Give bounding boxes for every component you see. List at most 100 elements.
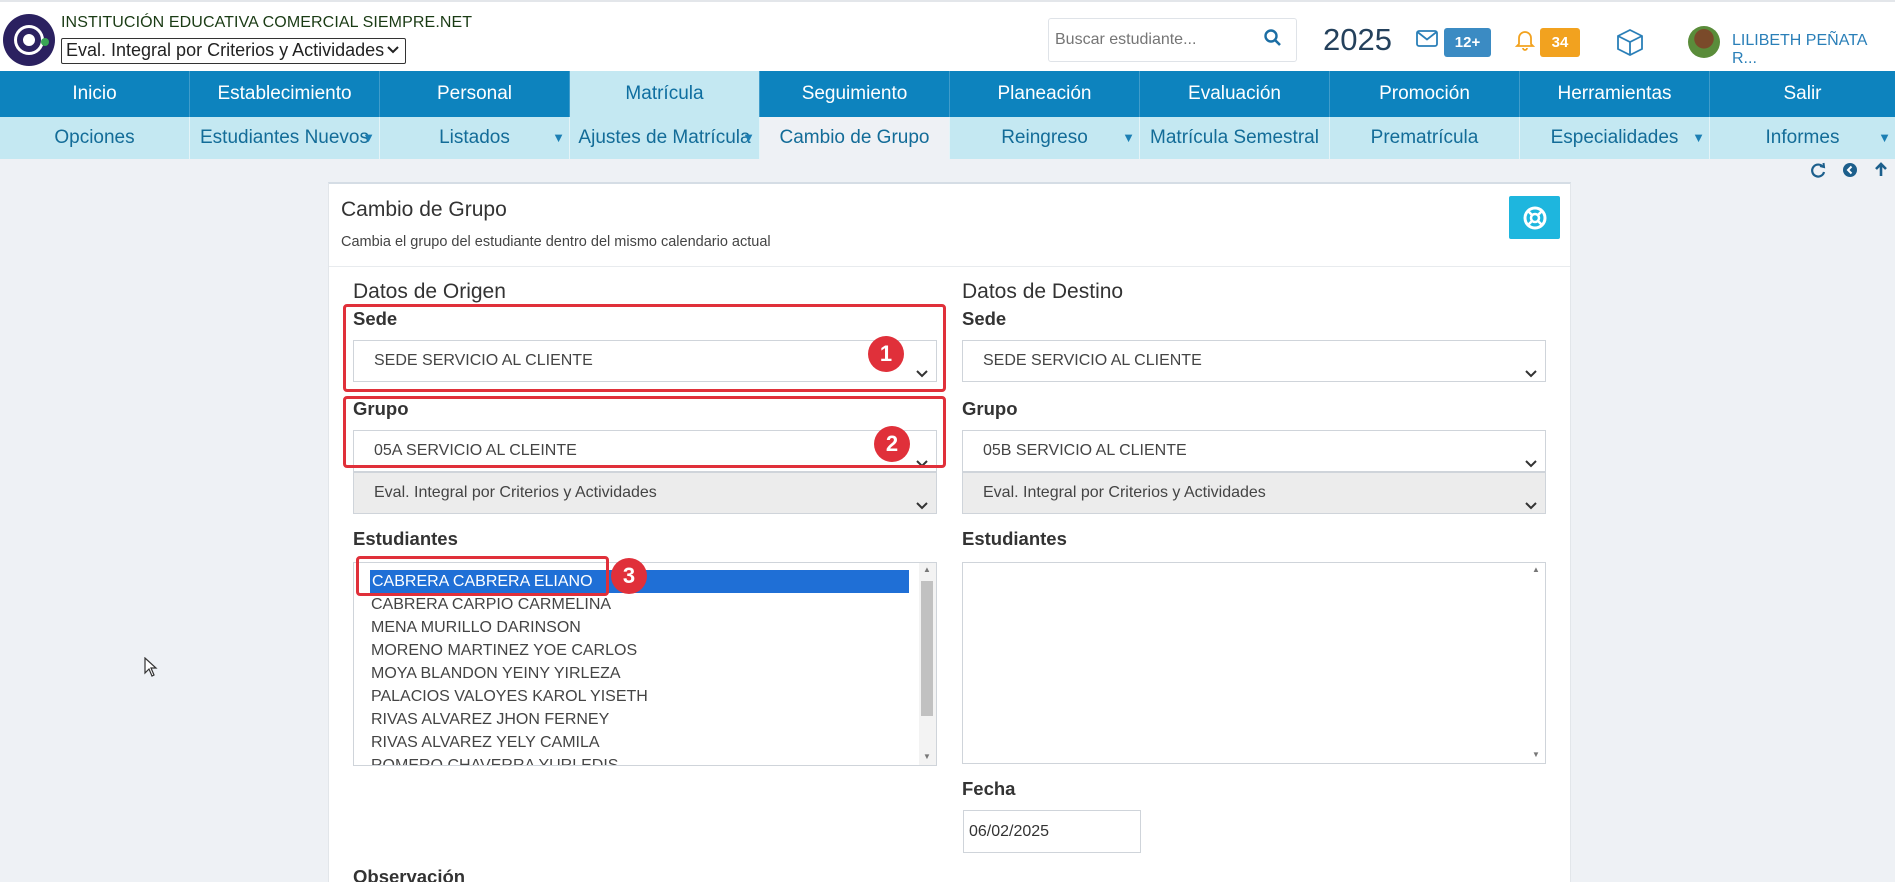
chevron-down-icon (1525, 487, 1537, 527)
scroll-down-icon[interactable]: ▼ (1532, 750, 1540, 759)
annotation-highlight (343, 396, 946, 468)
subnav-label: Prematrícula (1370, 127, 1479, 148)
top-header: INSTITUCIÓN EDUCATIVA COMERCIAL SIEMPRE.… (0, 0, 1895, 71)
annotation-highlight (356, 556, 609, 596)
scrollbar-thumb[interactable] (921, 581, 933, 716)
destination-students-label: Estudiantes (962, 528, 1067, 549)
help-button[interactable] (1509, 196, 1560, 239)
list-item[interactable]: RIVAS ALVAREZ YELY CAMILA (371, 731, 600, 754)
nav-seguimiento[interactable]: Seguimiento (760, 71, 950, 117)
bell-icon[interactable] (1514, 29, 1536, 56)
subnav-prematricula[interactable]: Prematrícula (1330, 117, 1520, 159)
page-tools (1810, 162, 1895, 182)
annotation-highlight (343, 304, 946, 392)
scroll-top-icon[interactable] (1873, 162, 1889, 183)
messages-badge[interactable]: 12+ (1444, 28, 1491, 57)
destination-sede-value: SEDE SERVICIO AL CLIENTE (983, 352, 1202, 369)
search-icon[interactable] (1264, 29, 1282, 52)
dropdown-caret-icon: ▼ (1122, 130, 1135, 145)
destination-students-list[interactable]: ▲ ▼ (962, 562, 1546, 764)
nav-herramientas[interactable]: Herramientas (1520, 71, 1710, 117)
annotation-badge: 2 (874, 426, 910, 462)
subnav-opciones[interactable]: Opciones (0, 117, 190, 159)
annotation-badge: 1 (868, 336, 904, 372)
subnav-reingreso[interactable]: Reingreso ▼ (950, 117, 1140, 159)
divider (329, 266, 1570, 267)
institution-logo[interactable] (3, 14, 55, 66)
chevron-down-icon (916, 487, 928, 527)
scroll-down-icon[interactable]: ▼ (923, 752, 931, 761)
nav-matricula[interactable]: Matrícula (570, 71, 760, 117)
subnav-label: Reingreso (1001, 127, 1088, 148)
subnav-label: Informes (1765, 127, 1840, 148)
refresh-icon[interactable] (1810, 162, 1826, 183)
nav-inicio[interactable]: Inicio (0, 71, 190, 117)
nav-salir[interactable]: Salir (1710, 71, 1895, 117)
notifications-badge[interactable]: 34 (1540, 28, 1580, 57)
destination-eval-select: Eval. Integral por Criterios y Actividad… (962, 472, 1546, 514)
institution-name: INSTITUCIÓN EDUCATIVA COMERCIAL SIEMPRE.… (61, 14, 473, 31)
mouse-cursor-icon (144, 656, 158, 682)
dropdown-caret-icon: ▼ (1878, 130, 1891, 145)
list-item[interactable]: MORENO MARTINEZ YOE CARLOS (371, 639, 637, 662)
origin-heading: Datos de Origen (353, 280, 506, 303)
subnav-cambio-grupo[interactable]: Cambio de Grupo (760, 117, 950, 159)
destination-heading: Datos de Destino (962, 280, 1124, 303)
nav-promocion[interactable]: Promoción (1330, 71, 1520, 117)
list-item[interactable]: MENA MURILLO DARINSON (371, 616, 581, 639)
mail-icon[interactable] (1416, 30, 1438, 52)
date-label: Fecha (962, 778, 1016, 799)
student-search[interactable] (1048, 18, 1297, 62)
subnav-informes[interactable]: Informes ▼ (1710, 117, 1895, 159)
academic-year[interactable]: 2025 (1323, 22, 1392, 58)
destination-sede-label: Sede (962, 308, 1007, 329)
page-subtitle: Cambia el grupo del estudiante dentro de… (341, 234, 771, 250)
avatar[interactable] (1688, 26, 1720, 58)
lifebuoy-icon (1523, 206, 1547, 230)
nav-planeacion[interactable]: Planeación (950, 71, 1140, 117)
subnav-ajustes-matricula[interactable]: Ajustes de Matrícula ▼ (570, 117, 760, 159)
dropdown-caret-icon: ▼ (552, 130, 565, 145)
nav-evaluacion[interactable]: Evaluación (1140, 71, 1330, 117)
subnav-listados[interactable]: Listados ▼ (380, 117, 570, 159)
chevron-down-icon (1525, 355, 1537, 395)
annotation-badge: 3 (611, 558, 647, 594)
evaluation-system-select[interactable]: Eval. Integral por Criterios y Actividad… (61, 38, 406, 64)
list-item[interactable]: MOYA BLANDON YEINY YIRLEZA (371, 662, 621, 685)
origin-eval-select: Eval. Integral por Criterios y Actividad… (353, 472, 937, 514)
subnav-label: Cambio de Grupo (779, 127, 930, 148)
origin-students-label: Estudiantes (353, 528, 458, 549)
main-navigation: Inicio Establecimiento Personal Matrícul… (0, 71, 1895, 117)
user-name[interactable]: LILIBETH PEÑATA R... (1732, 32, 1895, 68)
dropdown-caret-icon: ▼ (1692, 130, 1705, 145)
dropdown-caret-icon: ▼ (742, 130, 755, 145)
subnav-label: Listados (439, 127, 510, 148)
list-item[interactable]: PALACIOS VALOYES KAROL YISETH (371, 685, 648, 708)
nav-establecimiento[interactable]: Establecimiento (190, 71, 380, 117)
change-group-panel: Cambio de Grupo Cambia el grupo del estu… (328, 182, 1571, 882)
search-input[interactable] (1055, 31, 1255, 49)
list-item[interactable]: RIVAS ALVAREZ JHON FERNEY (371, 708, 609, 731)
subnav-especialidades[interactable]: Especialidades ▼ (1520, 117, 1710, 159)
cube-icon[interactable] (1615, 28, 1645, 61)
destination-grupo-value: 05B SERVICIO AL CLIENTE (983, 442, 1187, 459)
date-field[interactable]: 06/02/2025 (963, 810, 1141, 853)
destination-sede-select[interactable]: SEDE SERVICIO AL CLIENTE (962, 340, 1546, 382)
destination-grupo-label: Grupo (962, 398, 1018, 419)
subnav-matricula-semestral[interactable]: Matrícula Semestral (1140, 117, 1330, 159)
scrollbar[interactable]: ▲ ▼ (1528, 563, 1545, 763)
destination-grupo-select[interactable]: 05B SERVICIO AL CLIENTE (962, 430, 1546, 472)
evaluation-system-value: Eval. Integral por Criterios y Actividad… (66, 40, 385, 60)
scroll-up-icon[interactable]: ▲ (923, 565, 931, 574)
subnav-label: Matrícula Semestral (1150, 127, 1319, 148)
back-icon[interactable] (1842, 162, 1858, 183)
subnav-estudiantes-nuevos[interactable]: Estudiantes Nuevos ▼ (190, 117, 380, 159)
subnav-label: Ajustes de Matrícula (578, 127, 751, 148)
nav-personal[interactable]: Personal (380, 71, 570, 117)
origin-eval-value: Eval. Integral por Criterios y Actividad… (374, 484, 657, 501)
list-item[interactable]: ROMERO CHAVERRA YURLEDIS (371, 754, 618, 765)
list-item[interactable]: CABRERA CARPIO CARMELINA (371, 593, 611, 616)
scrollbar[interactable]: ▲ ▼ (919, 563, 936, 765)
scroll-up-icon[interactable]: ▲ (1532, 565, 1540, 574)
chevron-down-icon (387, 40, 399, 65)
